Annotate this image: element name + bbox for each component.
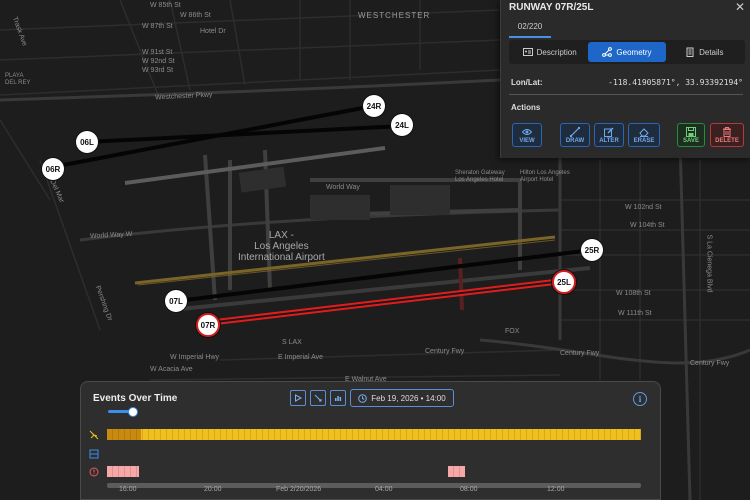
no-flight-icon — [89, 430, 99, 440]
tab-label: Geometry — [616, 47, 652, 57]
tick-label: 16:00 — [119, 486, 137, 493]
street-label: W 85th St — [150, 2, 181, 9]
button-label: ALTER — [599, 137, 619, 144]
tick-label: 20:00 — [204, 486, 222, 493]
street-label: W 87th St — [142, 23, 173, 30]
street-label: Hotel Dr — [200, 28, 226, 35]
street-label: S LAX — [282, 339, 302, 346]
street-label: Century Fwy — [560, 350, 600, 357]
event-bar-alert[interactable] — [448, 466, 465, 477]
airport-name-label: LAX - Los Angeles International Airport — [238, 230, 325, 263]
id-card-icon — [522, 48, 533, 56]
tab-geometry[interactable]: Geometry — [588, 42, 666, 62]
info-icon[interactable]: i — [633, 392, 647, 406]
bar-chart-icon — [335, 396, 342, 401]
eraser-icon — [639, 127, 649, 137]
zoom-slider[interactable] — [108, 407, 138, 417]
button-label: VIEW — [519, 137, 535, 144]
actions-heading: Actions — [511, 103, 541, 112]
alter-button[interactable]: ALTER — [594, 123, 624, 147]
poi-label: FOX — [505, 328, 520, 335]
tick-label: Feb 2/20/2026 — [276, 486, 322, 493]
street-label: Century Fwy — [690, 360, 730, 367]
street-label: W 93rd St — [142, 67, 174, 74]
slider-handle[interactable] — [128, 407, 138, 417]
street-label: W 92nd St — [142, 58, 175, 65]
erase-button[interactable]: ERASE — [628, 123, 660, 147]
eye-icon — [522, 128, 532, 135]
button-label: DRAW — [565, 137, 585, 144]
record-tab[interactable]: 02/220 — [509, 16, 551, 38]
event-bar-closures[interactable] — [107, 429, 641, 440]
street-label: Century Fwy — [425, 348, 465, 355]
edit-icon — [604, 127, 614, 137]
trash-icon — [723, 126, 731, 137]
street-label: W 86th St — [180, 12, 211, 19]
runway-label-24l[interactable]: 24L — [391, 114, 413, 136]
building-icon — [686, 47, 694, 57]
button-label: SAVE — [683, 137, 699, 144]
runway-label-24r[interactable]: 24R — [363, 95, 385, 117]
runway-label-06r[interactable]: 06R — [42, 158, 64, 180]
step-icon — [314, 394, 322, 402]
feature-panel: RUNWAY 07R/25L ✕ 02/220 Description Geom… — [500, 0, 750, 158]
panel-tabs: Description Geometry Details — [509, 40, 745, 64]
poi-label: Sheraton Gateway Los Angeles Hotel — [455, 170, 505, 183]
street-label: E Imperial Ave — [278, 354, 324, 361]
lonlat-value: -118.41905871°, 33.93392194° — [608, 78, 743, 87]
street-label: W 102nd St — [625, 204, 662, 211]
district-label: PLAYA DEL REY — [5, 73, 31, 86]
runway-label-06l[interactable]: 06L — [76, 131, 98, 153]
play-icon — [295, 394, 302, 402]
draw-button[interactable]: DRAW — [560, 123, 590, 147]
tick-label: 12:00 — [547, 486, 565, 493]
tab-details[interactable]: Details — [666, 42, 743, 62]
close-icon[interactable]: ✕ — [735, 0, 745, 14]
delete-button[interactable]: DELETE — [710, 123, 744, 147]
alert-icon — [89, 467, 99, 477]
runway-label-07l[interactable]: 07L — [165, 290, 187, 312]
runway-label-07r[interactable]: 07R — [196, 313, 220, 337]
button-label: DELETE — [715, 137, 739, 144]
street-label: W 104th St — [630, 222, 665, 229]
step-button[interactable] — [310, 390, 326, 406]
clock-icon — [358, 393, 368, 403]
lonlat-label: Lon/Lat: — [511, 78, 543, 87]
play-button[interactable] — [290, 390, 306, 406]
events-timeline: Events Over Time Feb 19, 2026 • 14:00 i … — [80, 381, 661, 500]
street-label: W 91st St — [142, 49, 173, 56]
divider — [509, 94, 743, 95]
street-label: S La Cienega Blvd — [705, 234, 713, 293]
event-bar-segment — [107, 429, 141, 440]
draw-line-icon — [570, 126, 580, 137]
save-button[interactable]: SAVE — [677, 123, 705, 147]
runway-icon — [89, 449, 99, 459]
runway-label-25l[interactable]: 25L — [552, 270, 576, 294]
tab-label: Details — [699, 47, 724, 57]
street-label: W 111th St — [618, 310, 652, 317]
view-button[interactable]: VIEW — [512, 123, 542, 147]
event-bar-alert[interactable] — [107, 466, 139, 477]
district-label: WESTCHESTER — [358, 11, 431, 20]
street-label: W Acacia Ave — [150, 366, 193, 373]
date-label: Feb 19, 2026 • 14:00 — [371, 393, 446, 403]
street-label: W Imperial Hwy — [170, 354, 220, 361]
poi-label: Hilton Los Angeles Airport Hotel — [520, 170, 570, 183]
tab-description[interactable]: Description — [511, 42, 588, 62]
button-label: ERASE — [633, 137, 655, 144]
timeline-title: Events Over Time — [93, 393, 178, 404]
panel-title: RUNWAY 07R/25L — [509, 2, 594, 13]
chart-toggle-button[interactable] — [330, 390, 346, 406]
save-icon — [686, 126, 696, 137]
street-label: W 108th St — [616, 290, 651, 297]
street-label: World Way — [326, 184, 360, 191]
tick-label: 08:00 — [460, 486, 478, 493]
date-picker-button[interactable]: Feb 19, 2026 • 14:00 — [350, 389, 454, 407]
tab-label: Description — [536, 47, 577, 57]
nodes-icon — [602, 47, 613, 57]
runway-label-25r[interactable]: 25R — [581, 239, 603, 261]
tick-label: 04:00 — [375, 486, 393, 493]
